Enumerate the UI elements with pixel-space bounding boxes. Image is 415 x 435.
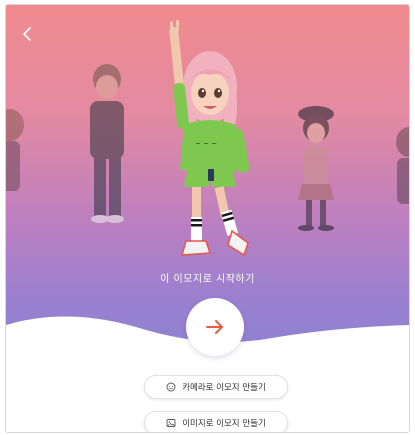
create-with-image-label: 이미지로 이모지 만들기 (182, 419, 266, 429)
next-button[interactable] (186, 298, 244, 356)
background-avatar-left (90, 64, 124, 223)
background-avatar-right-edge (396, 127, 409, 204)
create-with-image-button[interactable]: 이미지로 이모지 만들기 (144, 411, 288, 432)
back-button[interactable] (16, 23, 38, 45)
main-avatar[interactable]: ~ ~ ~ (148, 19, 268, 269)
create-with-camera-label: 카메라로 이모지 만들기 (182, 383, 266, 393)
background-avatar-left-edge (6, 109, 24, 191)
create-with-camera-button[interactable]: 카메라로 이모지 만들기 (144, 375, 288, 399)
background-avatar-right (298, 106, 334, 231)
sweater-graphic: ~ ~ ~ (195, 140, 217, 148)
chevron-left-icon (23, 27, 31, 41)
start-with-this-emoji-label: 이 이모지로 시작하기 (160, 274, 255, 285)
emoji-start-screen: ~ ~ ~ 이 이모지로 시작하기 카메라로 이모지 만들기 이미지로 이모지 … (5, 4, 410, 433)
face-icon (166, 382, 176, 392)
arrow-right-icon (206, 320, 223, 334)
image-icon (166, 419, 176, 427)
